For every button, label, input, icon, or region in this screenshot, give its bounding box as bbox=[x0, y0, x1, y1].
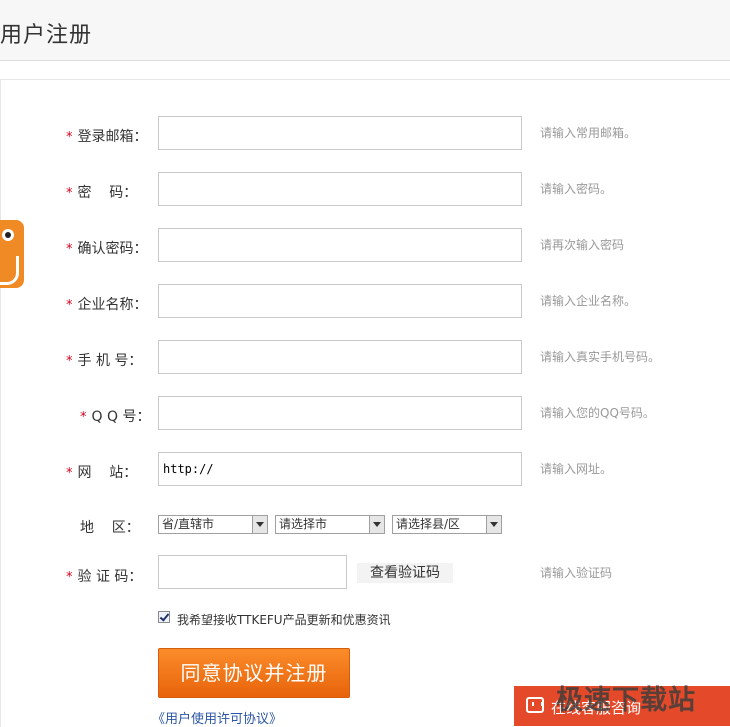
province-select-value: 省/直辖市 bbox=[162, 517, 215, 531]
confirm-password-field[interactable] bbox=[158, 228, 522, 262]
required-mark: * bbox=[66, 570, 73, 585]
newsletter-label: 我希望接收TTKEFU产品更新和优惠资讯 bbox=[177, 613, 391, 627]
captcha-field[interactable] bbox=[158, 555, 347, 589]
qq-field[interactable] bbox=[158, 396, 522, 430]
newsletter-checkbox[interactable] bbox=[158, 611, 170, 623]
chevron-down-icon bbox=[252, 516, 267, 533]
chat-bubble-icon bbox=[526, 697, 544, 713]
qq-hint: 请输入您的QQ号码。 bbox=[540, 406, 655, 420]
site-watermark: 极速下载站 bbox=[556, 685, 696, 716]
email-hint: 请输入常用邮箱。 bbox=[540, 126, 637, 140]
website-hint: 请输入网址。 bbox=[540, 462, 613, 476]
city-select[interactable]: 请选择市 bbox=[275, 515, 385, 534]
license-agreement-link[interactable]: 《用户使用许可协议》 bbox=[152, 708, 282, 727]
company-hint: 请输入企业名称。 bbox=[540, 294, 637, 308]
company-field[interactable] bbox=[158, 284, 522, 318]
required-mark: * bbox=[66, 186, 73, 201]
agree-and-register-button[interactable]: 同意协议并注册 bbox=[158, 648, 350, 698]
required-mark: * bbox=[80, 410, 87, 425]
region-label: 地 区： bbox=[80, 520, 140, 536]
confirm-password-label: * 确认密码： bbox=[66, 241, 148, 257]
website-label: * 网 站： bbox=[66, 465, 138, 481]
license-link-text: 用户使用许可协议 bbox=[165, 712, 270, 727]
mascot-icon bbox=[2, 229, 14, 241]
required-mark: * bbox=[66, 466, 73, 481]
email-field[interactable] bbox=[158, 116, 522, 150]
qq-label: * Q Q 号： bbox=[80, 409, 151, 425]
province-select[interactable]: 省/直辖市 bbox=[158, 515, 268, 534]
website-field[interactable] bbox=[158, 452, 522, 486]
captcha-hint: 请输入验证码 bbox=[540, 566, 613, 580]
county-select-value: 请选择县/区 bbox=[396, 517, 461, 531]
license-left-chevron: 《 bbox=[152, 712, 166, 727]
phone-label: * 手 机 号： bbox=[66, 353, 143, 369]
required-mark: * bbox=[66, 130, 73, 145]
view-captcha-button[interactable]: 查看验证码 bbox=[357, 563, 453, 583]
email-label: * 登录邮箱： bbox=[66, 129, 148, 145]
page-title: 用户注册 bbox=[0, 23, 93, 48]
company-label: * 企业名称： bbox=[66, 297, 148, 313]
required-mark: * bbox=[66, 354, 73, 369]
password-label: * 密 码： bbox=[66, 185, 138, 201]
password-hint: 请输入密码。 bbox=[540, 182, 613, 196]
license-right-chevron: 》 bbox=[269, 712, 283, 727]
county-select[interactable]: 请选择县/区 bbox=[392, 515, 502, 534]
required-mark: * bbox=[66, 242, 73, 257]
phone-field[interactable] bbox=[158, 340, 522, 374]
side-mascot-tab[interactable] bbox=[0, 220, 24, 288]
captcha-label: * 验 证 码： bbox=[66, 569, 143, 585]
required-mark: * bbox=[66, 298, 73, 313]
confirm-password-hint: 请再次输入密码 bbox=[540, 238, 625, 252]
chevron-down-icon bbox=[486, 516, 501, 533]
phone-hint: 请输入真实手机号码。 bbox=[540, 350, 661, 364]
city-select-value: 请选择市 bbox=[279, 517, 328, 531]
mascot-wing-decoration bbox=[0, 256, 19, 285]
page-header: 用户注册 bbox=[0, 0, 730, 61]
chevron-down-icon bbox=[369, 516, 384, 533]
password-field[interactable] bbox=[158, 172, 522, 206]
